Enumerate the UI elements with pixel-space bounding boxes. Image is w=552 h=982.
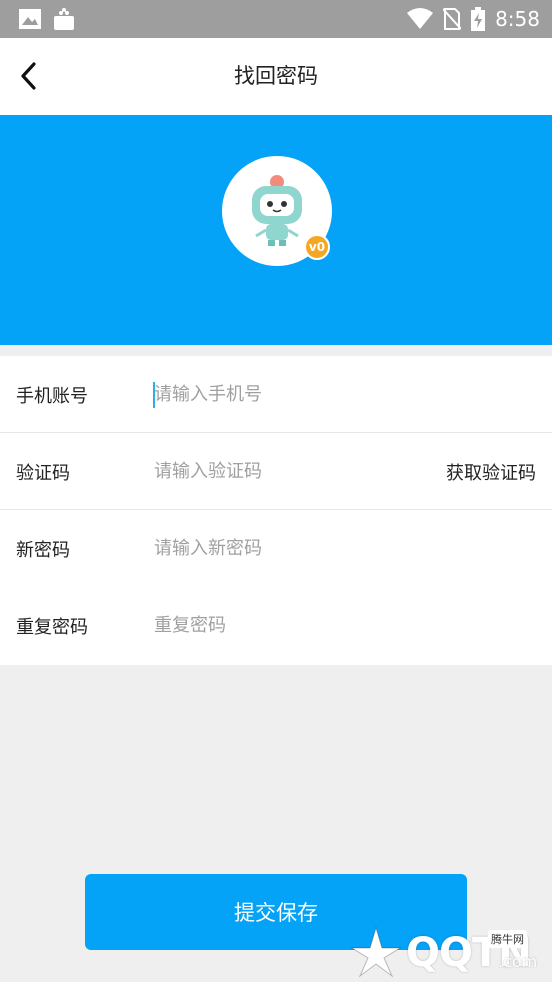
new-password-row: 新密码 bbox=[0, 510, 552, 587]
shopping-bag-icon bbox=[54, 8, 74, 30]
phone-input[interactable] bbox=[154, 374, 414, 415]
new-password-input[interactable] bbox=[154, 528, 414, 569]
battery-charging-icon bbox=[471, 7, 486, 31]
image-icon bbox=[19, 9, 41, 29]
phone-label: 手机账号 bbox=[16, 385, 88, 407]
get-code-button[interactable]: 获取验证码 bbox=[446, 459, 536, 485]
code-input[interactable] bbox=[154, 451, 414, 492]
watermark-suffix: .com bbox=[498, 952, 538, 971]
code-label: 验证码 bbox=[16, 462, 70, 484]
reset-password-form: 手机账号 验证码 获取验证码 新密码 重复密码 bbox=[0, 356, 552, 665]
no-sim-icon bbox=[443, 8, 462, 30]
page-title: 找回密码 bbox=[234, 64, 318, 88]
repeat-password-input[interactable] bbox=[154, 605, 414, 646]
watermark-badge: 腾牛网 bbox=[488, 930, 527, 948]
header: 找回密码 bbox=[0, 38, 552, 115]
repeat-password-label: 重复密码 bbox=[16, 616, 88, 638]
back-button[interactable] bbox=[8, 56, 48, 96]
wifi-icon bbox=[407, 8, 434, 29]
status-time: 8:58 bbox=[495, 7, 540, 31]
version-badge: v0 bbox=[304, 234, 330, 260]
status-bar: 8:58 bbox=[0, 0, 552, 38]
code-row: 验证码 获取验证码 bbox=[0, 433, 552, 510]
watermark-logo-icon bbox=[350, 926, 402, 978]
new-password-label: 新密码 bbox=[16, 539, 70, 561]
repeat-password-row: 重复密码 bbox=[0, 587, 552, 664]
watermark: QQTN .com 腾牛网 bbox=[348, 924, 548, 978]
phone-row: 手机账号 bbox=[0, 356, 552, 433]
chevron-left-icon bbox=[21, 62, 36, 90]
